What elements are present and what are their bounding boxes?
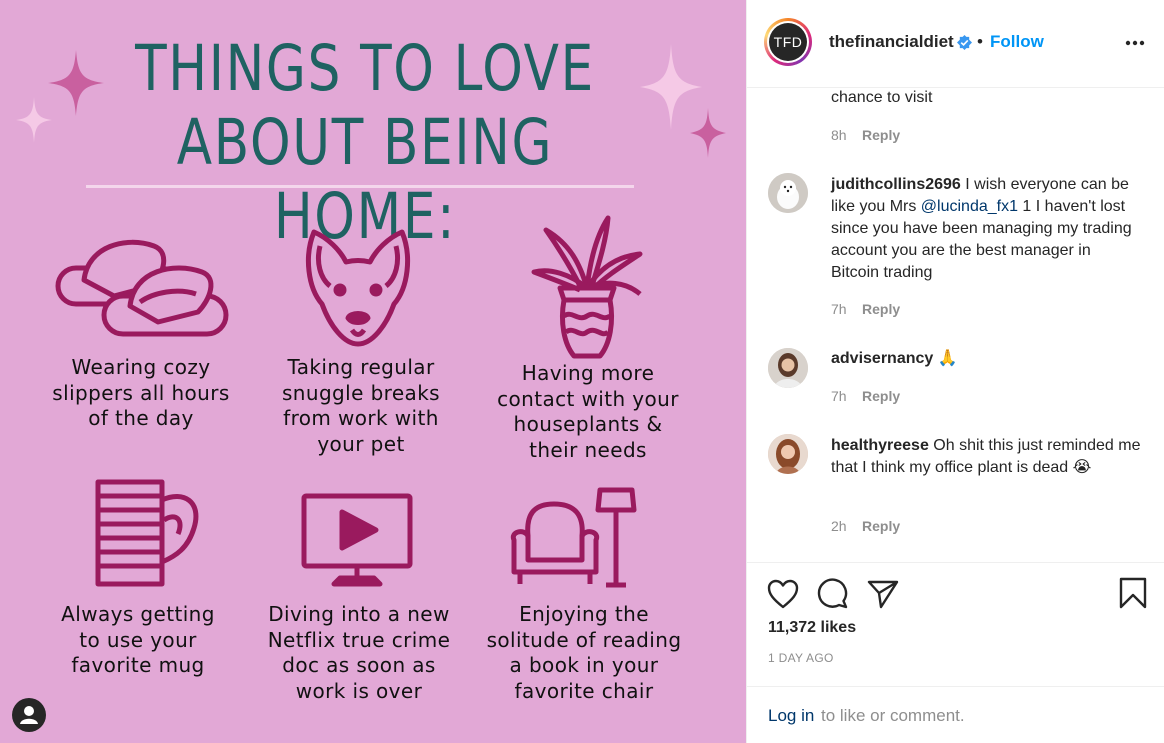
- caption-chair: Enjoying the solitude of reading a book …: [486, 602, 682, 703]
- comment-time: 8h: [831, 127, 847, 143]
- mention-link[interactable]: @lucinda_fx1: [921, 198, 1018, 215]
- comment-icon[interactable]: [817, 578, 849, 610]
- post-header: TFD thefinancialdiet • Follow: [747, 0, 1164, 88]
- profile-avatar[interactable]: TFD: [764, 18, 812, 66]
- caption-netflix: Diving into a new Netflix true crime doc…: [267, 602, 451, 703]
- comment-text: judithcollins2696 I wish everyone can be…: [831, 176, 1132, 281]
- slippers-icon: [55, 239, 229, 337]
- comment-username[interactable]: judithcollins2696: [831, 176, 961, 193]
- houseplant-icon: [531, 215, 643, 359]
- armchair-lamp-icon: [510, 487, 637, 588]
- person-photo-icon: [768, 348, 808, 388]
- brand-logo: TFD: [769, 23, 807, 61]
- comment-text: advisernancy 🙏: [831, 350, 958, 367]
- user-icon: [20, 706, 38, 724]
- tv-play-icon: [301, 493, 413, 587]
- heart-icon[interactable]: [767, 579, 799, 609]
- avatar[interactable]: [768, 434, 808, 474]
- dog-photo-icon: [768, 173, 808, 213]
- mug-icon: [95, 479, 199, 587]
- bookmark-icon[interactable]: [1118, 577, 1148, 609]
- headline-line-1: THINGS TO LOVE: [135, 32, 595, 105]
- comment-time: 2h: [831, 518, 847, 534]
- comment-time: 7h: [831, 301, 847, 317]
- comment-username[interactable]: advisernancy: [831, 350, 933, 367]
- comment-text: healthyreese Oh shit this just reminded …: [831, 437, 1141, 476]
- share-icon[interactable]: [867, 579, 899, 609]
- avatar[interactable]: [768, 348, 808, 388]
- post-image[interactable]: THINGS TO LOVE ABOUT BEING HOME: Wearing…: [0, 0, 746, 743]
- sparkle-icon: [690, 108, 726, 158]
- caption-pet: Taking regular snuggle breaks from work …: [281, 355, 441, 456]
- post-side-panel: TFD thefinancialdiet • Follow chance to …: [746, 0, 1164, 743]
- post-timestamp: 1 DAY AGO: [768, 651, 834, 665]
- dog-icon: [306, 229, 410, 347]
- sparkle-icon: [16, 97, 52, 143]
- follow-button[interactable]: Follow: [990, 32, 1044, 52]
- comment-username[interactable]: healthyreese: [831, 437, 929, 454]
- caption-houseplants: Having more contact with your houseplant…: [497, 361, 679, 462]
- caption-mug: Always getting to use your favorite mug: [61, 602, 215, 677]
- reply-button[interactable]: Reply: [862, 518, 900, 534]
- profile-avatar-button[interactable]: [12, 698, 46, 732]
- sparkle-icon: [48, 50, 104, 116]
- more-horizontal-icon[interactable]: [1125, 40, 1145, 46]
- reply-button[interactable]: Reply: [862, 301, 900, 317]
- comment-time: 7h: [831, 388, 847, 404]
- verified-badge-icon: [957, 35, 972, 50]
- person-photo-icon: [768, 434, 808, 474]
- reply-button[interactable]: Reply: [862, 127, 900, 143]
- login-link[interactable]: Log in: [768, 706, 814, 726]
- login-prompt: Log in to like or comment.: [747, 686, 1164, 743]
- likes-count[interactable]: 11,372 likes: [768, 619, 856, 637]
- comments-list[interactable]: chance to visit 8h Reply judithcollins26…: [747, 89, 1164, 561]
- caption-slippers: Wearing cozy slippers all hours of the d…: [52, 355, 230, 430]
- headline-divider: [86, 185, 634, 188]
- avatar[interactable]: [768, 173, 808, 213]
- comment-text: chance to visit: [831, 89, 933, 106]
- reply-button[interactable]: Reply: [862, 388, 900, 404]
- post-author-username[interactable]: thefinancialdiet: [829, 32, 954, 52]
- header-separator: •: [977, 32, 983, 51]
- login-prompt-text: to like or comment.: [821, 706, 965, 725]
